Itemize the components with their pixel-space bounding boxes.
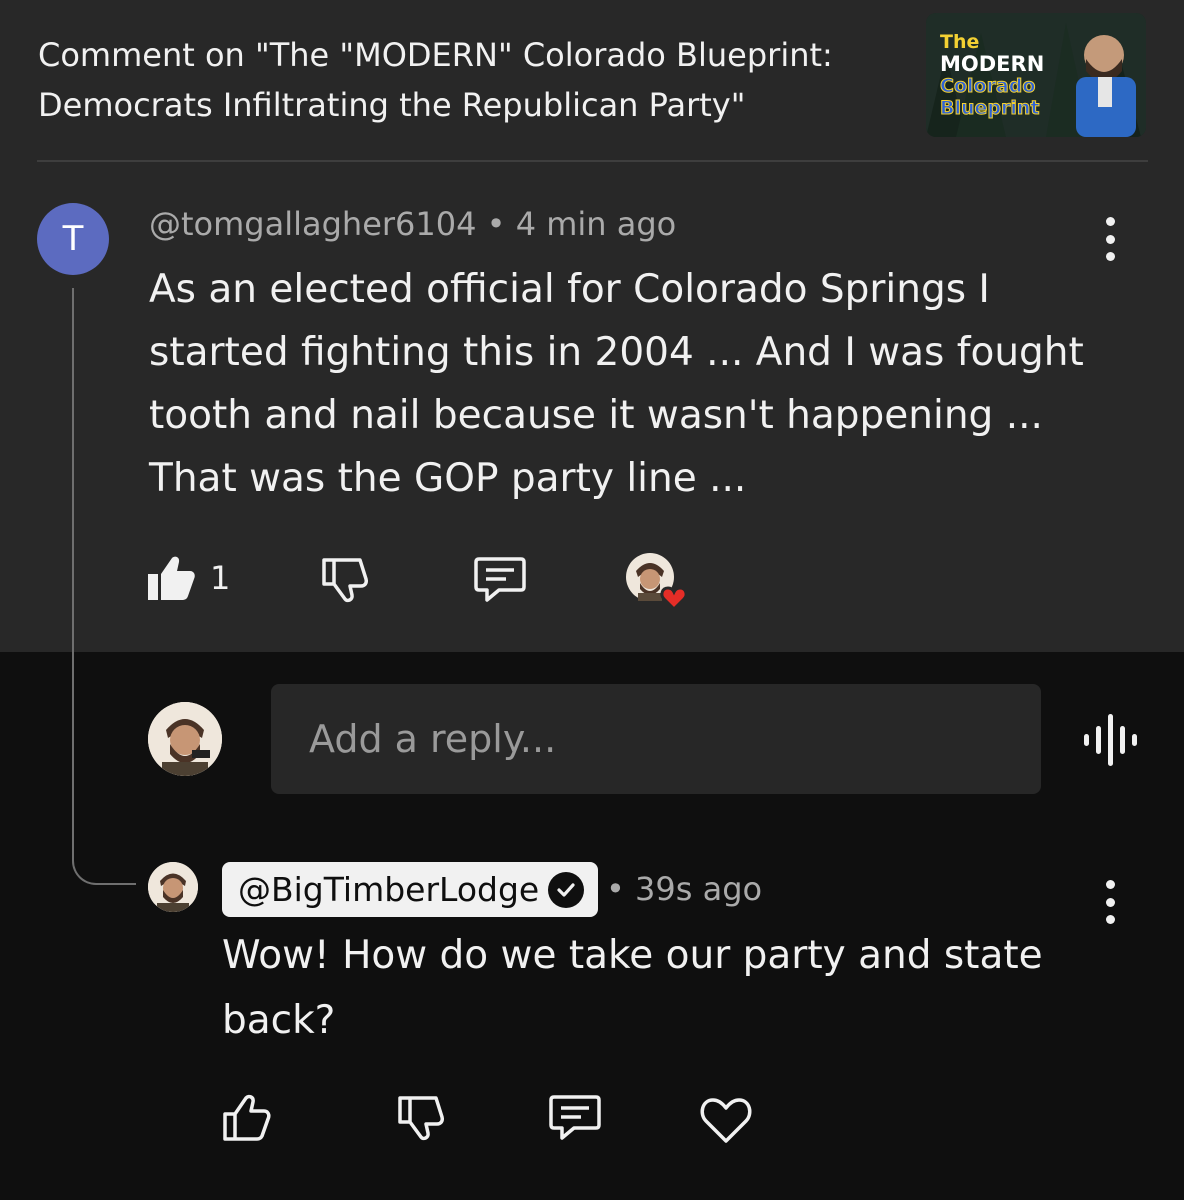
thumbs-down-icon: [398, 1096, 444, 1141]
heart-icon: [700, 1098, 752, 1143]
reply-handle: @BigTimberLodge: [238, 870, 540, 909]
reply-dislike-button[interactable]: [396, 1095, 446, 1141]
reply-like-button[interactable]: [222, 1093, 272, 1143]
like-button[interactable]: 1: [146, 554, 230, 602]
reply-icon: [474, 557, 526, 602]
thumbs-down-icon: [322, 558, 368, 603]
verified-check-icon: [548, 871, 585, 908]
current-user-avatar[interactable]: [148, 702, 222, 776]
user-avatar-image: [148, 702, 222, 776]
meta-separator: •: [476, 205, 516, 243]
thumbnail-text-the: The: [940, 31, 980, 53]
thumbnail-text-colorado: Colorado: [939, 75, 1036, 98]
creator-heart-badge: [626, 553, 696, 613]
thumbnail-text-blueprint: Blueprint: [939, 97, 1040, 120]
reply-text: Wow! How do we take our party and state …: [222, 933, 1043, 1043]
reply-author-avatar[interactable]: [148, 862, 198, 912]
reply-reply-button[interactable]: [548, 1093, 602, 1143]
comment-time: 4 min ago: [515, 205, 677, 243]
thumbs-up-icon: [223, 1094, 271, 1141]
thumbs-up-filled-icon: [148, 556, 195, 600]
creator-heart-icon: [626, 553, 688, 612]
comment-text: As an elected official for Colorado Spri…: [149, 267, 1084, 501]
reply-avatar-image: [148, 862, 198, 912]
reply-author-chip[interactable]: @BigTimberLodge: [222, 862, 599, 917]
header-divider: [37, 160, 1148, 162]
voice-search-icon: [1084, 714, 1137, 766]
page-title: Comment on "The "MODERN" Colorado Bluepr…: [38, 36, 833, 124]
reply-time: 39s ago: [635, 870, 763, 908]
thread-line: [72, 288, 136, 885]
commenter-avatar[interactable]: T: [37, 203, 109, 275]
like-count: 1: [210, 559, 231, 597]
comment-handle[interactable]: @tomgallagher6104: [149, 205, 476, 243]
thumbnail-text-modern: MODERN: [940, 52, 1045, 76]
reply-separator: •: [606, 870, 636, 908]
voice-input-button[interactable]: [1082, 712, 1142, 772]
comment-more-icon[interactable]: [1100, 217, 1120, 261]
reply-heart-button[interactable]: [698, 1096, 754, 1144]
reply-meta: • 39s ago: [606, 870, 762, 908]
comment-meta: @tomgallagher6104 • 4 min ago: [149, 205, 676, 243]
reply-input[interactable]: [271, 684, 1041, 794]
dislike-button[interactable]: [320, 557, 370, 603]
reply-button[interactable]: [473, 555, 527, 605]
video-thumbnail[interactable]: The MODERN Colorado Blueprint: [926, 13, 1146, 137]
reply-icon: [549, 1095, 601, 1140]
reply-more-icon[interactable]: [1100, 880, 1120, 924]
